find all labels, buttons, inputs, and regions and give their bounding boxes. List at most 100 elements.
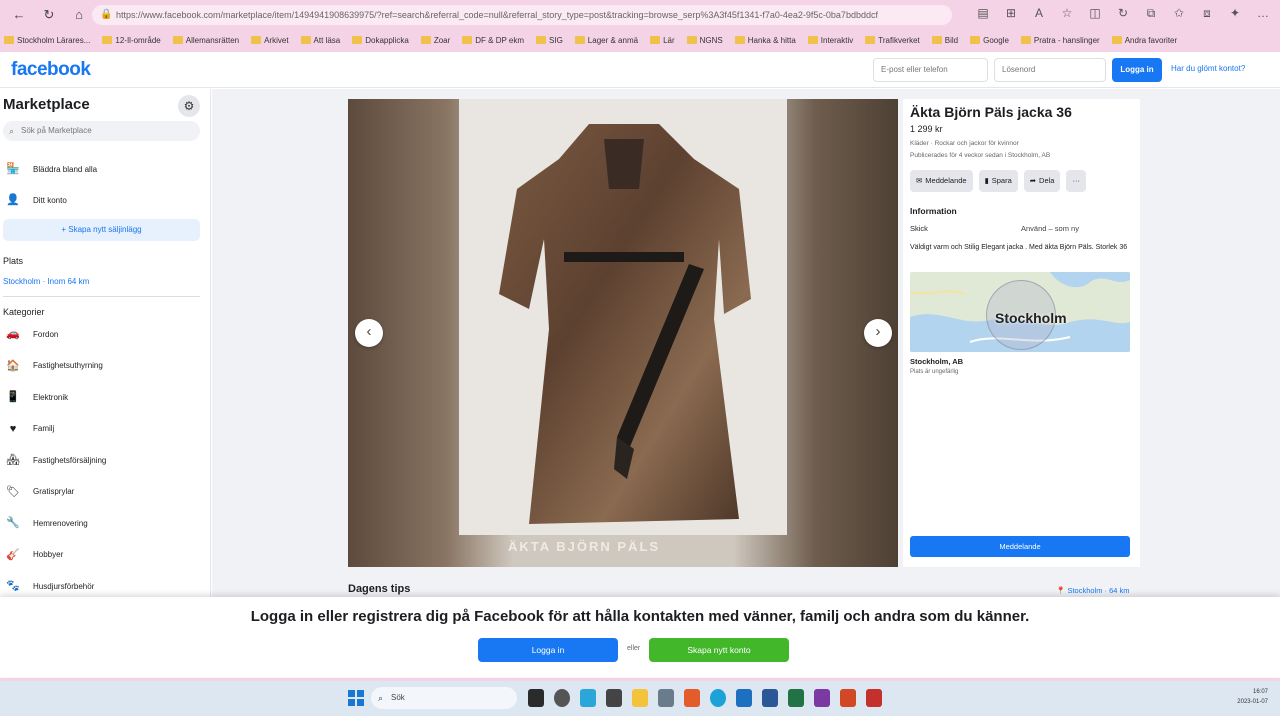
bookmark-item[interactable]: NGNS: [686, 36, 723, 45]
header-login-button[interactable]: Logga in: [1112, 58, 1162, 82]
listing-category[interactable]: Kläder · Rockar och jackor för kvinnor: [910, 140, 1019, 147]
more-icon[interactable]: …: [1256, 4, 1270, 22]
bookmark-item[interactable]: Pratra - hanslinger: [1020, 36, 1100, 45]
reader-icon[interactable]: ▤: [976, 4, 990, 22]
bookmark-item[interactable]: Att läsa: [300, 36, 340, 45]
edge-icon[interactable]: [580, 689, 596, 707]
next-photo-button[interactable]: ›: [864, 319, 892, 347]
create-account-button[interactable]: Skapa nytt konto: [649, 638, 789, 662]
grid-icon[interactable]: ⊞: [1004, 4, 1018, 22]
bookmark-item[interactable]: Allemansrätten: [172, 36, 239, 45]
marketplace-search-input[interactable]: ⌕ Sök på Marketplace: [3, 121, 200, 141]
password-field[interactable]: Lösenord: [994, 58, 1106, 82]
gear-icon[interactable]: ⚙: [178, 95, 200, 117]
folder-icon: [4, 36, 14, 44]
bookmark-item[interactable]: Bild: [931, 36, 958, 45]
banner-login-button[interactable]: Logga in: [478, 638, 618, 662]
tabs-icon[interactable]: ⧉: [1144, 4, 1158, 22]
address-bar[interactable]: 🔒 https://www.facebook.com/marketplace/i…: [92, 5, 952, 25]
powerpoint-icon[interactable]: [840, 689, 856, 707]
split-screen-icon[interactable]: ◫: [1088, 4, 1102, 22]
url-text: https://www.facebook.com/marketplace/ite…: [116, 10, 878, 20]
sidebar-item-browse-all[interactable]: 🏪 Bläddra bland alla: [3, 158, 203, 180]
sidebar-category-item[interactable]: 📱 Elektronik: [3, 386, 203, 408]
sidebar-category-item[interactable]: 🏠 Fastighetsuthyrning: [3, 355, 203, 377]
sidebar-item-label: Elektronik: [33, 392, 69, 402]
teams-icon[interactable]: [684, 689, 700, 707]
outlook-icon[interactable]: [736, 689, 752, 707]
favorites-icon[interactable]: ✩: [1172, 4, 1186, 22]
refresh-page-icon[interactable]: ↻: [1116, 4, 1130, 22]
bookmark-item[interactable]: Lär: [650, 36, 675, 45]
message-action-button[interactable]: ✉ Meddelande: [910, 170, 973, 192]
share-action-button[interactable]: ➦ Dela: [1023, 170, 1061, 192]
taskbar-clock[interactable]: 16:07 2023-01-07: [1237, 687, 1268, 707]
tips-location-label: Stockholm · 64 km: [1067, 586, 1130, 595]
clock-time: 16:07: [1252, 689, 1268, 695]
todays-picks-location[interactable]: 📍 Stockholm · 64 km: [1056, 586, 1130, 595]
bookmark-item[interactable]: DF & DP ekm: [462, 36, 524, 45]
notepad-icon[interactable]: [658, 689, 674, 707]
sidebar-item-your-account[interactable]: 👤 Ditt konto: [3, 189, 203, 211]
task-view-icon[interactable]: [528, 689, 544, 707]
listing-details: Äkta Björn Päls jacka 36 1 299 kr Kläder…: [903, 99, 1140, 567]
facebook-logo[interactable]: facebook: [11, 59, 91, 81]
sidebar-category-item[interactable]: 🐾 Husdjursförbehör: [3, 575, 203, 597]
bookmark-item[interactable]: Andra favoriter: [1111, 36, 1177, 45]
bookmark-label: Trafikverket: [878, 35, 920, 45]
sidebar-item-label: Gratisprylar: [33, 487, 75, 496]
storefront-icon: 🏪: [6, 163, 20, 175]
home-sale-icon: 🏘: [6, 454, 20, 466]
sidebar-category-item[interactable]: 🎸 Hobbyer: [3, 544, 203, 566]
bookmark-item[interactable]: 12-Il-område: [102, 36, 161, 45]
taskbar-search[interactable]: ⌕ Sök: [371, 687, 517, 709]
bookmark-item[interactable]: Lager & anmä: [574, 36, 638, 45]
chrome-icon[interactable]: [554, 689, 570, 707]
extensions-icon[interactable]: ✦: [1228, 4, 1242, 22]
forgot-account-link[interactable]: Har du glömt kontot?: [1171, 64, 1245, 73]
bookmark-item[interactable]: Zoar: [420, 36, 450, 45]
sidebar-item-label: Fordon: [33, 329, 59, 339]
acrobat-icon[interactable]: [866, 689, 882, 707]
read-aloud-icon[interactable]: A: [1032, 4, 1046, 22]
bookmark-item[interactable]: Interaktiv: [807, 36, 853, 45]
file-explorer-icon[interactable]: [632, 689, 648, 707]
more-options-button[interactable]: ···: [1066, 170, 1086, 192]
onenote-icon[interactable]: [814, 689, 830, 707]
sidebar-category-item[interactable]: ♥ Familj: [3, 418, 203, 440]
location-map[interactable]: Stockholm: [910, 272, 1130, 352]
word-icon[interactable]: [762, 689, 778, 707]
bookmark-item[interactable]: SIG: [536, 36, 563, 45]
refresh-icon[interactable]: ↻: [38, 6, 60, 24]
folder-icon: [300, 36, 311, 44]
action-label: Meddelande: [925, 176, 967, 185]
browser-toolbar-icons: ▤ ⊞ A ☆ ◫ ↻ ⧉ ✩ ⧈ ✦ …: [976, 4, 1270, 22]
sidebar-category-item[interactable]: 🔧 Hemrenovering: [3, 512, 203, 534]
bookmark-item[interactable]: Google: [970, 36, 1009, 45]
bookmark-item[interactable]: Hanka & hitta: [734, 36, 796, 45]
condition-label: Skick: [910, 224, 928, 233]
bookmark-item[interactable]: Trafikverket: [865, 36, 920, 45]
sidebar-category-item[interactable]: 🚗 Fordon: [3, 323, 203, 345]
save-action-button[interactable]: ▮ Spara: [978, 170, 1018, 192]
favorite-star-icon[interactable]: ☆: [1060, 4, 1074, 22]
browser-icon[interactable]: [710, 689, 726, 707]
email-field[interactable]: E-post eller telefon: [873, 58, 988, 82]
terminal-icon[interactable]: [606, 689, 622, 707]
home-icon[interactable]: ⌂: [68, 6, 90, 24]
bookmarks-bar: Stockholm Lärares... 12-Il-område Allemans…: [0, 31, 1280, 49]
sidebar-category-item[interactable]: 🏘 Fastighetsförsäljning: [3, 449, 203, 471]
sidebar-category-item[interactable]: 🏷 Gratisprylar: [3, 481, 203, 503]
collections-icon[interactable]: ⧈: [1200, 4, 1214, 22]
bookmark-item[interactable]: Arkivet: [251, 36, 289, 45]
message-seller-button[interactable]: Meddelande: [910, 536, 1130, 557]
back-icon[interactable]: ←: [8, 6, 30, 24]
windows-start-icon[interactable]: [348, 690, 364, 706]
previous-photo-button[interactable]: ‹: [355, 319, 383, 347]
create-listing-button[interactable]: + Skapa nytt säljinlägg: [3, 219, 200, 241]
bookmark-item[interactable]: Stockholm Lärares...: [4, 36, 90, 45]
bookmark-item[interactable]: Dokapplicka: [352, 36, 409, 45]
listing-photo[interactable]: ÄKTA BJÖRN PÄLS: [348, 99, 898, 567]
location-filter[interactable]: Stockholm · Inom 64 km: [3, 277, 89, 286]
excel-icon[interactable]: [788, 689, 804, 707]
